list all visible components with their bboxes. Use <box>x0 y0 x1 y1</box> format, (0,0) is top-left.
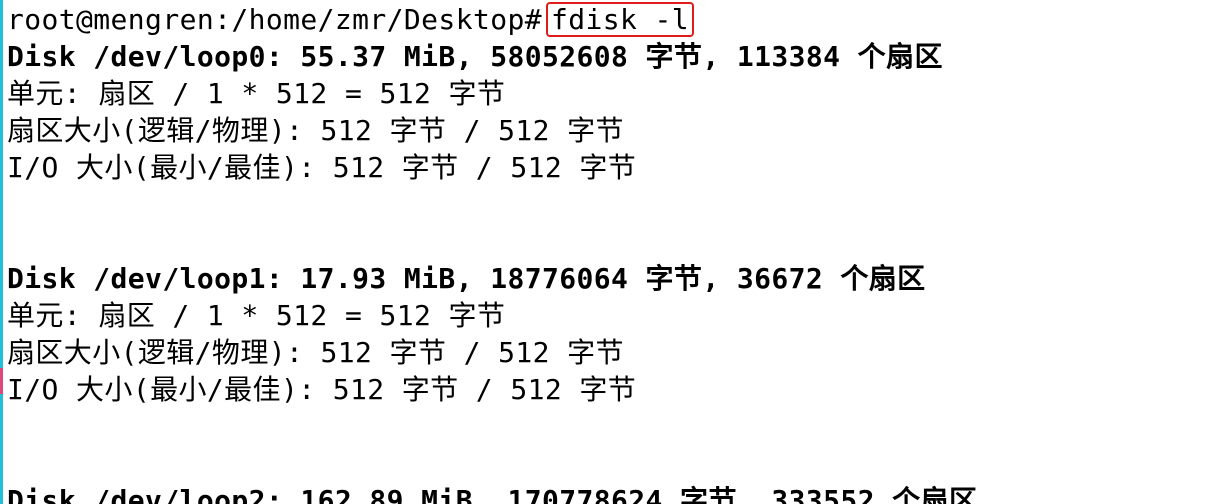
disk-unit-loop0: 单元: 扇区 / 1 * 512 = 512 字节 <box>7 77 506 110</box>
disk-io-size-loop0: I/O 大小(最小/最佳): 512 字节 / 512 字节 <box>7 151 637 184</box>
command-text: fdisk -l <box>550 3 690 36</box>
disk-unit-loop1: 单元: 扇区 / 1 * 512 = 512 字节 <box>7 299 506 332</box>
prompt-line: root@mengren:/home/zmr/Desktop# fdisk -l <box>7 1 695 38</box>
disk-header-loop2: Disk /dev/loop2: 162.89 MiB, 170778624 字… <box>7 484 978 504</box>
disk-header-loop0: Disk /dev/loop0: 55.37 MiB, 58052608 字节,… <box>7 40 943 73</box>
window-left-edge <box>0 0 3 504</box>
shell-prompt: root@mengren:/home/zmr/Desktop# <box>7 3 542 36</box>
disk-sector-size-loop1: 扇区大小(逻辑/物理): 512 字节 / 512 字节 <box>7 336 624 369</box>
edge-marker <box>0 368 3 394</box>
command-highlight[interactable]: fdisk -l <box>545 2 695 37</box>
terminal-window[interactable]: root@mengren:/home/zmr/Desktop# fdisk -l … <box>0 0 1211 504</box>
disk-sector-size-loop0: 扇区大小(逻辑/物理): 512 字节 / 512 字节 <box>7 114 624 147</box>
disk-header-loop1: Disk /dev/loop1: 17.93 MiB, 18776064 字节,… <box>7 262 926 295</box>
disk-io-size-loop1: I/O 大小(最小/最佳): 512 字节 / 512 字节 <box>7 373 637 406</box>
